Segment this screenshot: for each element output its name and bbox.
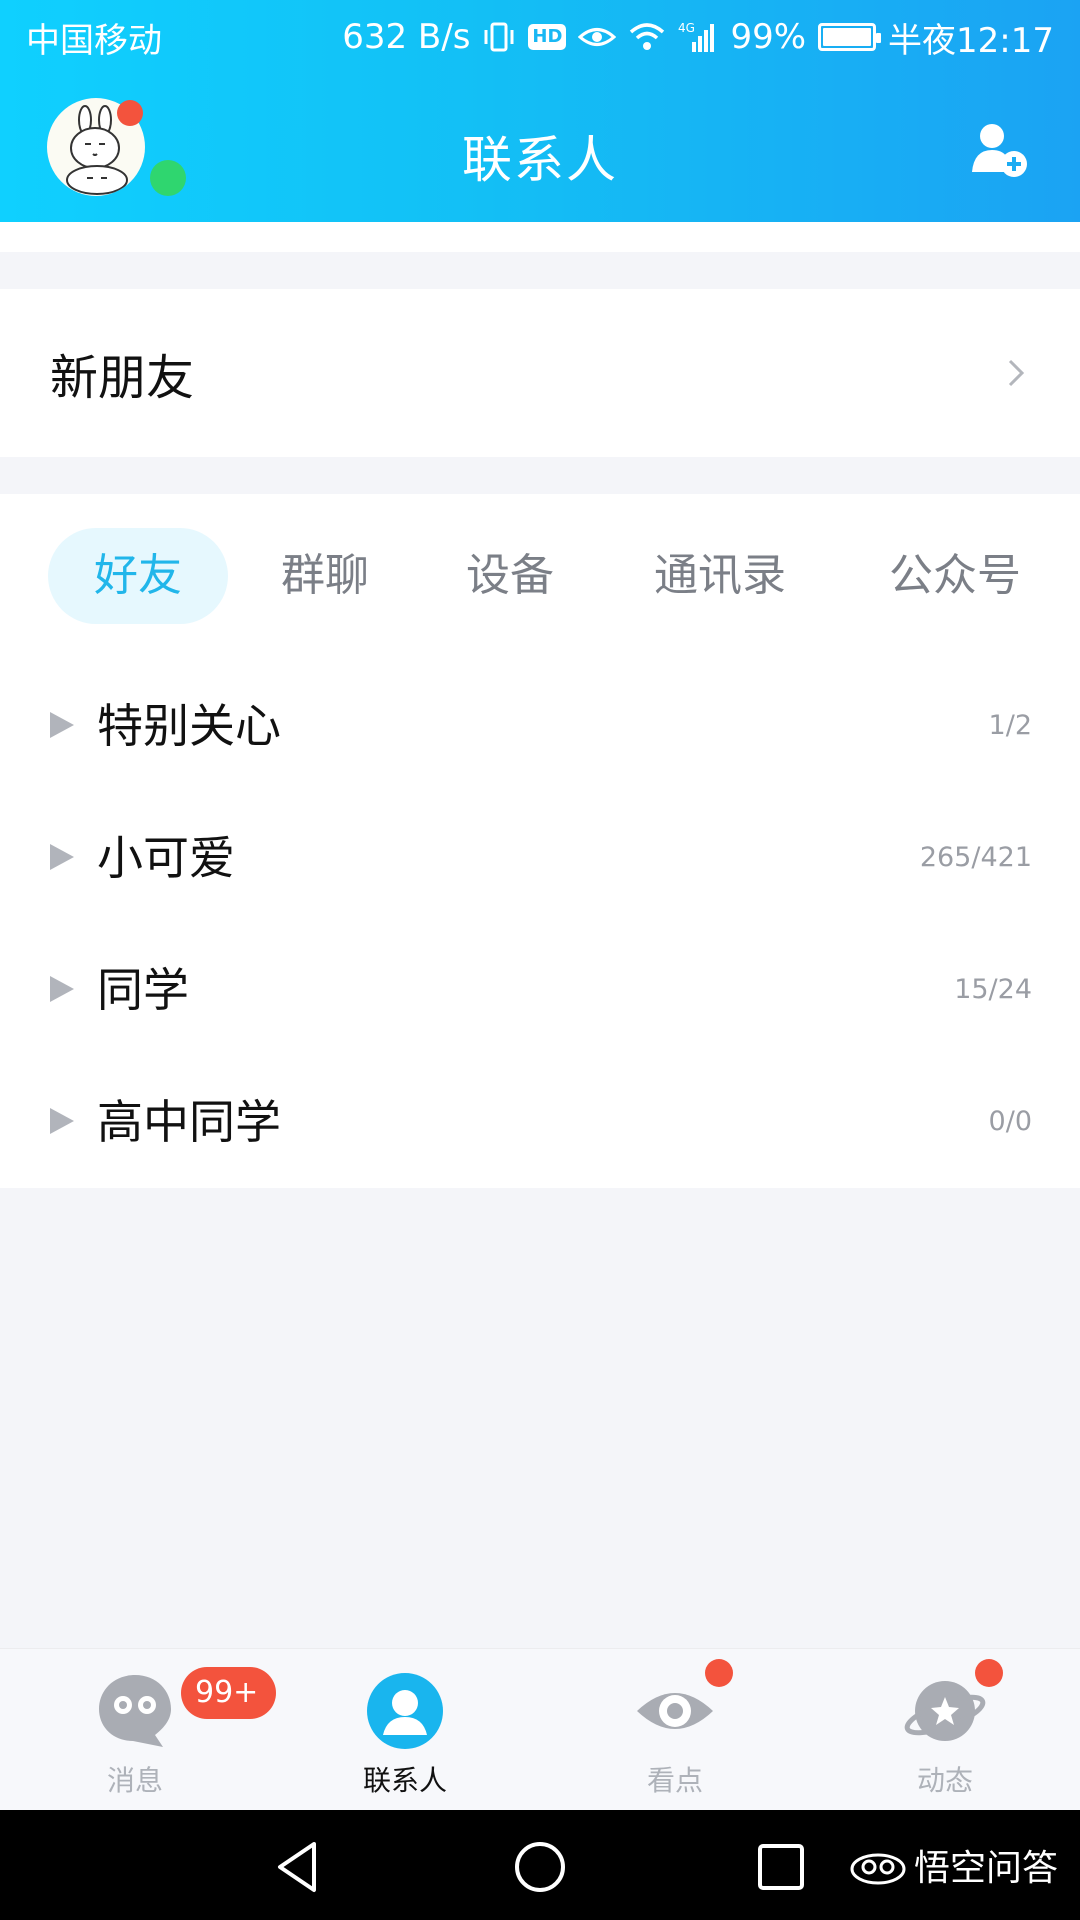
expand-arrow-icon <box>50 712 74 738</box>
nav-label: 消息 <box>106 1764 163 1797</box>
recents-icon[interactable] <box>752 1838 810 1896</box>
back-icon[interactable] <box>270 1838 328 1896</box>
system-navigation-bar: 悟空问答 <box>0 1810 1080 1920</box>
tab-devices[interactable]: 设备 <box>435 528 585 624</box>
contact-tabs: 好友 群聊 设备 通讯录 公众号 <box>0 528 1080 628</box>
planet-icon <box>904 1681 986 1741</box>
new-friend-row[interactable]: 新朋友 <box>0 289 1080 457</box>
group-online-count: 0/0 <box>988 1106 1032 1137</box>
add-contact-icon[interactable] <box>968 120 1030 182</box>
battery-level-fill <box>823 28 872 46</box>
contacts-icon <box>367 1673 443 1749</box>
expand-arrow-icon <box>50 976 74 1002</box>
expand-arrow-icon <box>50 844 74 870</box>
nav-contacts[interactable]: 联系人 <box>295 1649 515 1811</box>
notification-dot <box>705 1659 733 1687</box>
group-name: 特别关心 <box>97 699 281 753</box>
bottom-tab-bar: 99+ 消息 联系人 看点 动态 <box>0 1648 1080 1810</box>
eye-comfort-icon <box>578 22 617 52</box>
watermark: 悟空问答 <box>850 1834 1058 1896</box>
network-type: 4G <box>678 21 695 35</box>
title-bar: 联系人 <box>0 74 1080 222</box>
friend-group-row[interactable]: 小可爱 265/421 <box>0 792 1080 924</box>
nav-messages[interactable]: 99+ 消息 <box>25 1649 277 1811</box>
group-name: 高中同学 <box>97 1095 281 1149</box>
wifi-icon <box>628 21 666 53</box>
network-speed: 632 B/s <box>342 17 471 57</box>
new-friend-label: 新朋友 <box>50 350 195 406</box>
battery-icon <box>818 23 882 51</box>
unread-badge: 99+ <box>181 1667 277 1719</box>
nav-moments[interactable]: 动态 <box>835 1649 1055 1811</box>
tab-groups[interactable]: 群聊 <box>250 528 400 624</box>
group-online-count: 265/421 <box>919 842 1032 873</box>
eye-icon <box>637 1693 713 1729</box>
contacts-panel: 好友 群聊 设备 通讯录 公众号 特别关心 1/2 小可爱 265/421 同学… <box>0 494 1080 1188</box>
hd-badge: HD <box>528 24 567 50</box>
vibrate-icon <box>482 20 516 54</box>
tab-official-accounts[interactable]: 公众号 <box>860 528 1050 624</box>
group-online-count: 1/2 <box>988 710 1032 741</box>
clock: 半夜12:17 <box>888 20 1054 61</box>
message-icon <box>99 1675 171 1747</box>
nav-discover[interactable]: 看点 <box>565 1649 785 1811</box>
watermark-text: 悟空问答 <box>913 1848 1058 1889</box>
tab-address-book[interactable]: 通讯录 <box>625 528 815 624</box>
status-icons: 632 B/s HD 4G 99% 半夜12:17 <box>342 13 1054 62</box>
chevron-right-icon <box>1008 359 1025 387</box>
battery-percent: 99% <box>730 17 807 57</box>
expand-arrow-icon <box>50 1108 74 1134</box>
nav-label: 看点 <box>646 1764 703 1797</box>
home-icon[interactable] <box>511 1838 569 1896</box>
nav-label: 联系人 <box>362 1764 447 1797</box>
friend-group-row[interactable]: 同学 15/24 <box>0 924 1080 1056</box>
search-bar-remnant <box>0 222 1080 252</box>
nav-label: 动态 <box>916 1764 973 1797</box>
status-bar: 中国移动 632 B/s HD 4G 99% 半夜12:17 <box>0 0 1080 74</box>
group-online-count: 15/24 <box>954 974 1032 1005</box>
notification-dot <box>975 1659 1003 1687</box>
group-name: 小可爱 <box>97 831 235 885</box>
wukong-logo-icon <box>850 1853 906 1885</box>
tab-friends[interactable]: 好友 <box>48 528 228 624</box>
app-header: 中国移动 632 B/s HD 4G 99% 半夜12:17 联系人 <box>0 0 1080 222</box>
friend-group-row[interactable]: 高中同学 0/0 <box>0 1056 1080 1188</box>
group-name: 同学 <box>97 963 189 1017</box>
carrier-label: 中国移动 <box>26 20 162 61</box>
friend-group-row[interactable]: 特别关心 1/2 <box>0 660 1080 792</box>
signal-icon: 4G <box>678 20 718 54</box>
page-title: 联系人 <box>462 131 618 189</box>
